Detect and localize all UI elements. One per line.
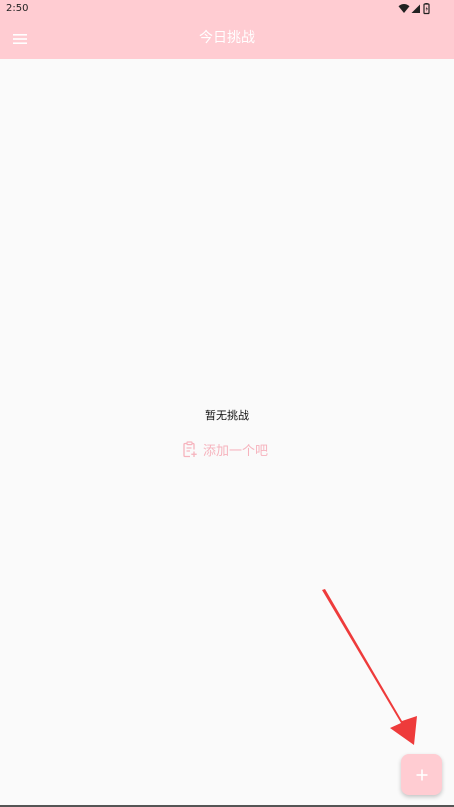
empty-state-title: 暂无挑战 <box>205 409 249 422</box>
screen: 2:50 今日挑战 暂无挑战 添加一个吧 <box>0 0 454 807</box>
menu-button[interactable] <box>11 30 29 48</box>
wifi-icon <box>398 4 410 13</box>
note-add-icon <box>183 440 197 457</box>
page-title: 今日挑战 <box>199 30 255 46</box>
cell-signal-icon <box>411 4 420 13</box>
status-time: 2:50 <box>6 3 29 14</box>
challenge-list-area: 暂无挑战 添加一个吧 <box>0 59 454 807</box>
add-challenge-label: 添加一个吧 <box>203 443 269 459</box>
battery-icon <box>423 3 430 15</box>
add-challenge-fab[interactable] <box>401 754 442 795</box>
status-icons <box>398 3 432 15</box>
hamburger-menu-icon <box>13 34 27 44</box>
status-bar: 2:50 <box>0 0 454 18</box>
plus-icon <box>416 769 427 780</box>
add-challenge-link[interactable]: 添加一个吧 <box>182 439 268 459</box>
app-bar: 今日挑战 <box>0 18 454 59</box>
